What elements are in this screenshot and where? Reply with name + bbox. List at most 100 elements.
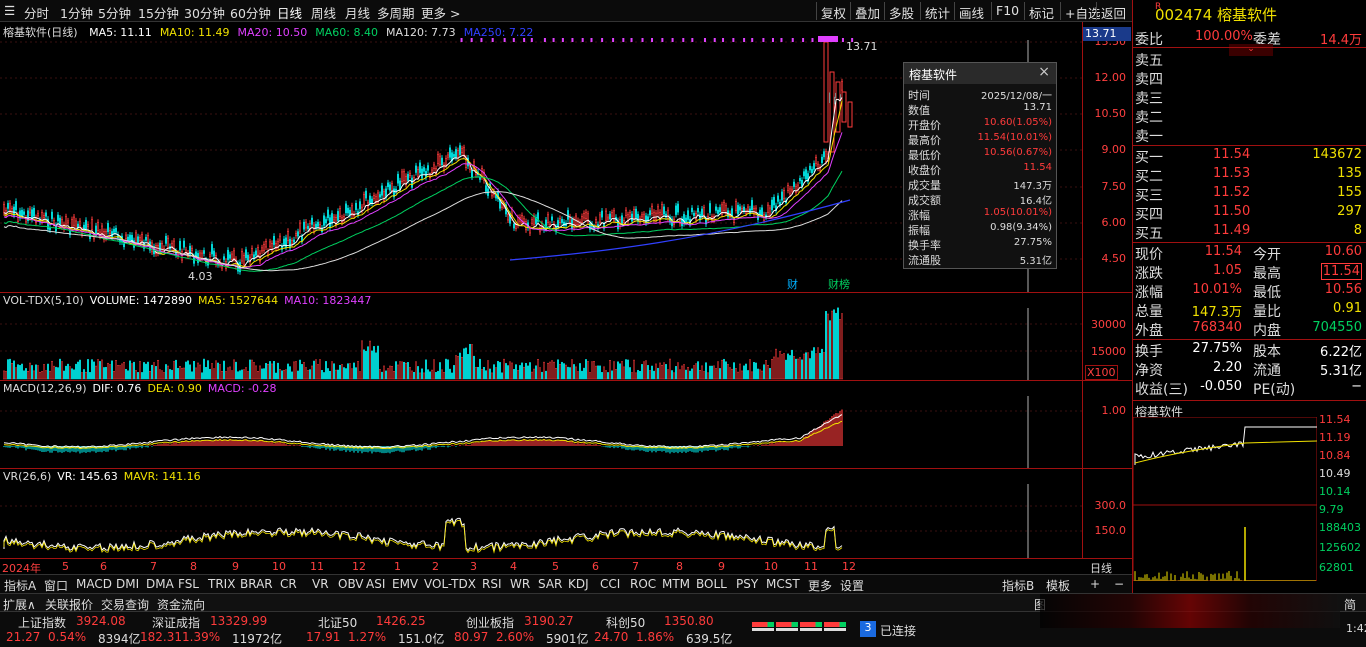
indicator-tab-19[interactable]: ROC — [630, 577, 656, 591]
volume-bar — [195, 367, 197, 380]
volume-bar — [397, 364, 399, 380]
toolbar-divider — [816, 2, 817, 20]
volume-tick: 30000 — [1091, 318, 1126, 331]
volume-bar — [487, 360, 489, 380]
toolbar-button-5[interactable]: F10 — [996, 3, 1019, 18]
toolbar-button-2[interactable]: 多股 — [889, 3, 914, 22]
indicator-tab-13[interactable]: VOL-TDX — [424, 577, 476, 591]
vr-canvas[interactable] — [0, 469, 1082, 558]
indicator-tab-12[interactable]: EMV — [392, 577, 418, 591]
volume-bar — [287, 363, 289, 380]
volume-bar — [631, 372, 633, 380]
indicator-tab-11[interactable]: ASI — [366, 577, 385, 591]
popup-value: 10.56(0.67%) — [983, 147, 1052, 158]
indicator-right-1[interactable]: 模板 — [1046, 577, 1070, 594]
volume-bar — [227, 367, 229, 380]
toolbar-button-3[interactable]: 统计 — [925, 3, 950, 22]
index-name[interactable]: 北证50 — [318, 614, 357, 631]
candle-body — [506, 214, 509, 221]
finance-rank-marker[interactable]: 财榜 — [828, 277, 850, 291]
indicator-tab-6[interactable]: TRIX — [208, 577, 235, 591]
date-label: 7 — [150, 560, 157, 573]
volume-bar — [43, 364, 45, 380]
indicator-tab-0[interactable]: 指标A — [4, 577, 36, 594]
indicator-tab-7[interactable]: BRAR — [240, 577, 273, 591]
index-name[interactable]: 科创50 — [606, 614, 645, 631]
indicator-tab-21[interactable]: BOLL — [696, 577, 727, 591]
index-name[interactable]: 深证成指 — [152, 614, 200, 631]
index-name[interactable]: 上证指数 — [18, 614, 66, 631]
indicator-tab-17[interactable]: KDJ — [568, 577, 589, 591]
indicator-tab-22[interactable]: PSY — [736, 577, 758, 591]
indicator-tab-15[interactable]: WR — [510, 577, 530, 591]
indicator-tab-16[interactable]: SAR — [538, 577, 562, 591]
volume-bar — [461, 356, 463, 380]
finance-marker[interactable]: 财 — [787, 277, 798, 291]
candle-body — [816, 163, 819, 169]
intraday-mini-chart[interactable] — [1133, 417, 1317, 581]
shortcut-label[interactable]: 简 — [1344, 596, 1356, 613]
period-tab-5[interactable]: 60分钟 — [230, 3, 271, 22]
close-icon[interactable]: × — [1038, 64, 1050, 80]
indicator-tab-3[interactable]: DMI — [116, 577, 139, 591]
date-label: 10 — [764, 560, 778, 573]
candle-body — [9, 202, 12, 212]
period-tab-4[interactable]: 30分钟 — [184, 3, 225, 22]
volume-bar — [235, 361, 237, 380]
index-price: 3190.27 — [524, 614, 574, 628]
indicator-tab-4[interactable]: DMA — [146, 577, 174, 591]
index-name[interactable]: 创业板指 — [466, 614, 514, 631]
toolbar-button-1[interactable]: 叠加 — [855, 3, 880, 22]
volume-bar — [101, 359, 103, 380]
period-tab-9[interactable]: 多周期 — [377, 3, 415, 22]
signal-mark — [651, 38, 654, 42]
toolbar-button-6[interactable]: 标记 — [1029, 3, 1054, 22]
candle-body — [191, 247, 194, 251]
signal-mark — [630, 38, 633, 42]
indicator-tab-23[interactable]: MCST — [766, 577, 800, 591]
indicator-tab-8[interactable]: CR — [280, 577, 297, 591]
indicator-tab-9[interactable]: VR — [312, 577, 329, 591]
indicator-right-0[interactable]: 指标B — [1002, 577, 1034, 594]
indicator-tab-1[interactable]: 窗口 — [44, 577, 68, 594]
period-tab-6[interactable]: 日线 — [277, 3, 302, 22]
indicator-tab-25[interactable]: 设置 — [840, 577, 864, 594]
stat-value: 5.31亿 — [1320, 364, 1362, 379]
connection-badge[interactable]: 3 — [860, 621, 876, 637]
stat-value: 768340 — [1192, 320, 1242, 335]
period-tab-2[interactable]: 5分钟 — [98, 3, 131, 22]
volume-canvas[interactable] — [0, 293, 1082, 380]
candle-body — [344, 203, 347, 214]
indicator-tab-24[interactable]: 更多 — [808, 577, 832, 594]
indicator-tab-2[interactable]: MACD — [76, 577, 112, 591]
indicator-right-3[interactable]: − — [1114, 577, 1124, 591]
volume-bar — [745, 363, 747, 380]
toolbar-button-8[interactable]: 返回 — [1101, 3, 1126, 22]
candle-body — [378, 194, 381, 198]
candle-body — [736, 205, 739, 215]
toolbar-button-0[interactable]: 复权 — [821, 3, 846, 22]
indicator-tab-5[interactable]: FSL — [178, 577, 199, 591]
period-tab-8[interactable]: 月线 — [345, 3, 370, 22]
collapse-icon[interactable]: ⌄ — [1229, 44, 1273, 56]
volume-bar — [401, 361, 403, 380]
volume-bar — [73, 369, 75, 380]
macd-canvas[interactable] — [0, 381, 1082, 468]
period-tab-0[interactable]: 分时 — [24, 3, 49, 22]
period-tab-3[interactable]: 15分钟 — [138, 3, 179, 22]
indicator-tab-14[interactable]: RSI — [482, 577, 502, 591]
data-tooltip-window[interactable]: 榕基软件 × 时间 2025/12/08/一 数值 13.71 开盘价 10.60(1.0… — [903, 62, 1057, 269]
menu-icon[interactable]: ☰ — [4, 3, 15, 18]
toolbar-divider — [1096, 2, 1097, 20]
candle-body — [270, 243, 273, 250]
volume-bar — [113, 371, 115, 380]
volume-bar — [339, 364, 341, 380]
period-tab-10[interactable]: 更多 > — [421, 3, 460, 22]
indicator-right-2[interactable]: + — [1090, 577, 1100, 591]
indicator-tab-18[interactable]: CCI — [600, 577, 620, 591]
indicator-tab-10[interactable]: OBV — [338, 577, 364, 591]
period-tab-1[interactable]: 1分钟 — [60, 3, 93, 22]
indicator-tab-20[interactable]: MTM — [662, 577, 690, 591]
toolbar-button-4[interactable]: 画线 — [959, 3, 984, 22]
period-tab-7[interactable]: 周线 — [311, 3, 336, 22]
